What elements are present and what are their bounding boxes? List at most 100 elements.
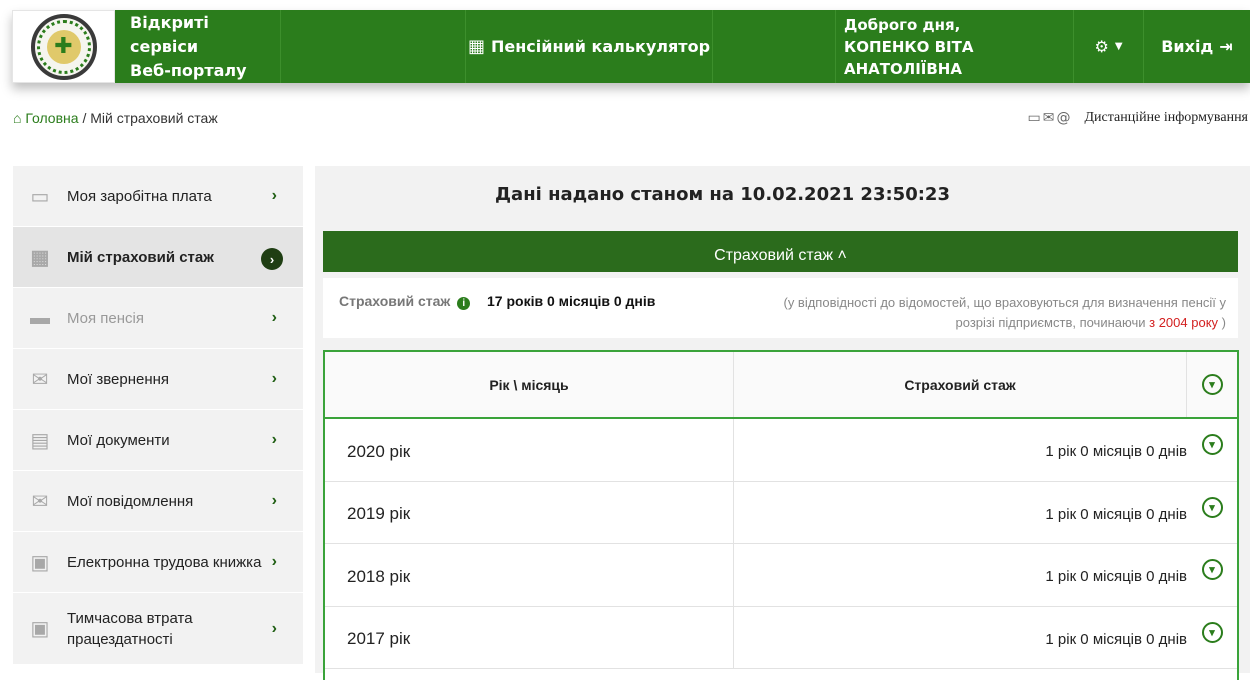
- sidebar-item-pension[interactable]: ▬ Моя пенсія ›: [13, 288, 303, 349]
- sidebar-item-label: Моя пенсія: [67, 309, 144, 327]
- portal-title[interactable]: Відкриті сервіси Веб-порталу: [115, 10, 281, 83]
- section-title: Страховий стаж: [714, 247, 834, 264]
- sidebar-item-label: Тимчасова втрата працездатності: [67, 609, 193, 648]
- top-area: ✚ Відкриті сервіси Веб-порталу ▦ Пенсійн…: [0, 0, 1250, 83]
- pension-calculator-label: Пенсійний калькулятор: [491, 37, 711, 56]
- sidebar-item-documents[interactable]: ▤ Мої документи ›: [13, 410, 303, 471]
- row-expand[interactable]: ▾: [1187, 482, 1237, 544]
- breadcrumb-home[interactable]: Головна: [25, 110, 78, 126]
- sidebar: ▭ Моя заробітна плата › ▦ Мій страховий …: [13, 166, 303, 665]
- portal-title-line1: Відкриті сервіси: [130, 12, 209, 56]
- sidebar-item-sick-leave[interactable]: ▣ Тимчасова втрата працездатності ›: [13, 593, 303, 665]
- sidebar-item-label: Мої повідомлення: [67, 492, 194, 510]
- sidebar-item-label: Мої документи: [67, 431, 170, 449]
- settings-dropdown[interactable]: ⚙ ▼: [1074, 10, 1144, 83]
- workbook-icon: ▣: [30, 618, 50, 640]
- caret-down-icon: ▼: [1114, 41, 1123, 52]
- envelope-outline-icon: ✉: [31, 490, 49, 513]
- table-row[interactable]: 2017 рік 1 рік 0 місяців 0 днів ▾: [325, 606, 1237, 669]
- header: ✚ Відкриті сервіси Веб-порталу ▦ Пенсійн…: [12, 10, 1250, 83]
- sidebar-item-insurance-record[interactable]: ▦ Мій страховий стаж ›: [13, 227, 303, 288]
- data-date: Дані надано станом на 10.02.2021 23:50:2…: [495, 184, 950, 205]
- insurance-table: Рік \ місяць Страховий стаж ▾ 2020 рік 1…: [323, 350, 1239, 680]
- sidebar-item-label: Мої звернення: [67, 370, 170, 388]
- header-stag: Страховий стаж: [734, 352, 1187, 417]
- user-greeting: Доброго дня, КОПЕНКО ВІТА АНАТОЛІЇВНА: [836, 10, 1074, 83]
- sidebar-item-label: Мій страховий стаж: [67, 248, 214, 266]
- table-row[interactable]: 2020 рік 1 рік 0 місяців 0 днів ▾: [325, 419, 1237, 482]
- exit-button[interactable]: Вихід ⇥: [1144, 10, 1250, 83]
- remote-info-label: Дистанційне інформування: [1084, 110, 1249, 125]
- wallet-icon: ▭: [30, 185, 50, 208]
- sidebar-item-messages[interactable]: ✉ Мої повідомлення ›: [13, 471, 303, 532]
- greeting-text: Доброго дня,: [844, 15, 961, 34]
- insurance-summary: Страховий стаж i 17 років 0 місяців 0 дн…: [323, 278, 1238, 338]
- section-toggle[interactable]: Страховий стаж ˄: [323, 231, 1238, 272]
- chevron-down-icon: ▾: [1201, 496, 1223, 518]
- portal-title-line2: Веб-порталу: [130, 60, 247, 80]
- sidebar-item-appeals[interactable]: ✉ Мої звернення ›: [13, 349, 303, 410]
- row-value: 1 рік 0 місяців 0 днів: [1045, 630, 1187, 648]
- calculator-icon: ▦: [467, 36, 485, 57]
- remote-info-link[interactable]: ▭✉@ Дистанційне інформування: [1028, 110, 1248, 126]
- chevron-right-icon: ›: [271, 370, 277, 387]
- row-year: 2018 рік: [325, 544, 734, 606]
- summary-label-wrap: Страховий стаж i: [339, 293, 471, 310]
- chevron-right-icon: ›: [271, 431, 277, 448]
- sidebar-item-label: Електронна трудова книжка: [67, 553, 262, 571]
- gear-icon: ⚙: [1094, 37, 1109, 56]
- workbook-icon: ▣: [30, 551, 50, 574]
- calendar-icon: ▦: [30, 246, 50, 269]
- row-expand[interactable]: ▾: [1187, 419, 1237, 481]
- emblem-icon: ✚: [30, 13, 97, 80]
- row-year: 2017 рік: [325, 606, 734, 668]
- document-icon: ▤: [30, 429, 50, 452]
- breadcrumb-current: Мій страховий стаж: [90, 110, 218, 126]
- breadcrumb: ⌂ Головна / Мій страховий стаж: [13, 110, 218, 126]
- row-value: 1 рік 0 місяців 0 днів: [1045, 505, 1187, 523]
- chevron-down-icon: ▾: [1201, 559, 1223, 581]
- sign-out-icon: ⇥: [1219, 37, 1233, 56]
- info-icon[interactable]: i: [457, 297, 471, 310]
- envelope-icon: ✉: [31, 368, 49, 391]
- row-expand[interactable]: ▾: [1187, 544, 1237, 606]
- chevron-down-icon: ▾: [1201, 374, 1223, 395]
- chevron-down-icon: ▾: [1201, 621, 1223, 643]
- home-icon: ⌂: [13, 110, 22, 126]
- note-end: ): [1221, 315, 1226, 330]
- header-year: Рік \ місяць: [325, 352, 734, 417]
- table-row[interactable]: 2018 рік 1 рік 0 місяців 0 днів ▾: [325, 544, 1237, 607]
- row-year: 2019 рік: [325, 481, 734, 543]
- folder-icon: ▬: [30, 306, 50, 329]
- header-expand[interactable]: ▾: [1187, 352, 1237, 417]
- chevron-down-icon: ▾: [1201, 434, 1223, 456]
- exit-label: Вихід: [1161, 37, 1214, 56]
- logo[interactable]: ✚: [12, 10, 115, 83]
- sidebar-item-salary[interactable]: ▭ Моя заробітна плата ›: [13, 166, 303, 227]
- chevron-right-icon: ›: [271, 187, 277, 204]
- breadcrumb-separator: /: [82, 110, 87, 126]
- sidebar-item-e-workbook[interactable]: ▣ Електронна трудова книжка ›: [13, 532, 303, 593]
- user-name: КОПЕНКО ВІТА АНАТОЛІЇВНА: [844, 37, 974, 78]
- chevron-right-icon: ›: [271, 553, 277, 570]
- row-year: 2020 рік: [325, 419, 734, 481]
- summary-value: 17 років 0 місяців 0 днів: [487, 293, 656, 309]
- chevron-up-icon: ˄: [837, 247, 847, 264]
- summary-label: Страховий стаж: [339, 293, 451, 309]
- header-spacer: [281, 10, 466, 83]
- main-content: Дані надано станом на 10.02.2021 23:50:2…: [315, 166, 1250, 680]
- row-value: 1 рік 0 місяців 0 днів: [1045, 568, 1187, 586]
- header-spacer: [713, 10, 836, 83]
- note-highlight: з 2004 року: [1149, 315, 1219, 330]
- pension-calculator-link[interactable]: ▦ Пенсійний калькулятор: [466, 10, 713, 83]
- remote-channel-icons: ▭✉@: [1027, 110, 1073, 126]
- chevron-right-icon: ›: [271, 309, 277, 326]
- chevron-right-icon: ›: [271, 619, 277, 637]
- chevron-right-circle-icon: ›: [261, 248, 283, 270]
- table-row[interactable]: 2019 рік 1 рік 0 місяців 0 днів ▾: [325, 481, 1237, 544]
- row-expand[interactable]: ▾: [1187, 607, 1237, 669]
- table-header: Рік \ місяць Страховий стаж ▾: [325, 352, 1237, 419]
- sidebar-item-label: Моя заробітна плата: [67, 187, 212, 205]
- row-value: 1 рік 0 місяців 0 днів: [1045, 443, 1187, 461]
- summary-note: (у відповідності до відомостей, що врахо…: [746, 293, 1226, 333]
